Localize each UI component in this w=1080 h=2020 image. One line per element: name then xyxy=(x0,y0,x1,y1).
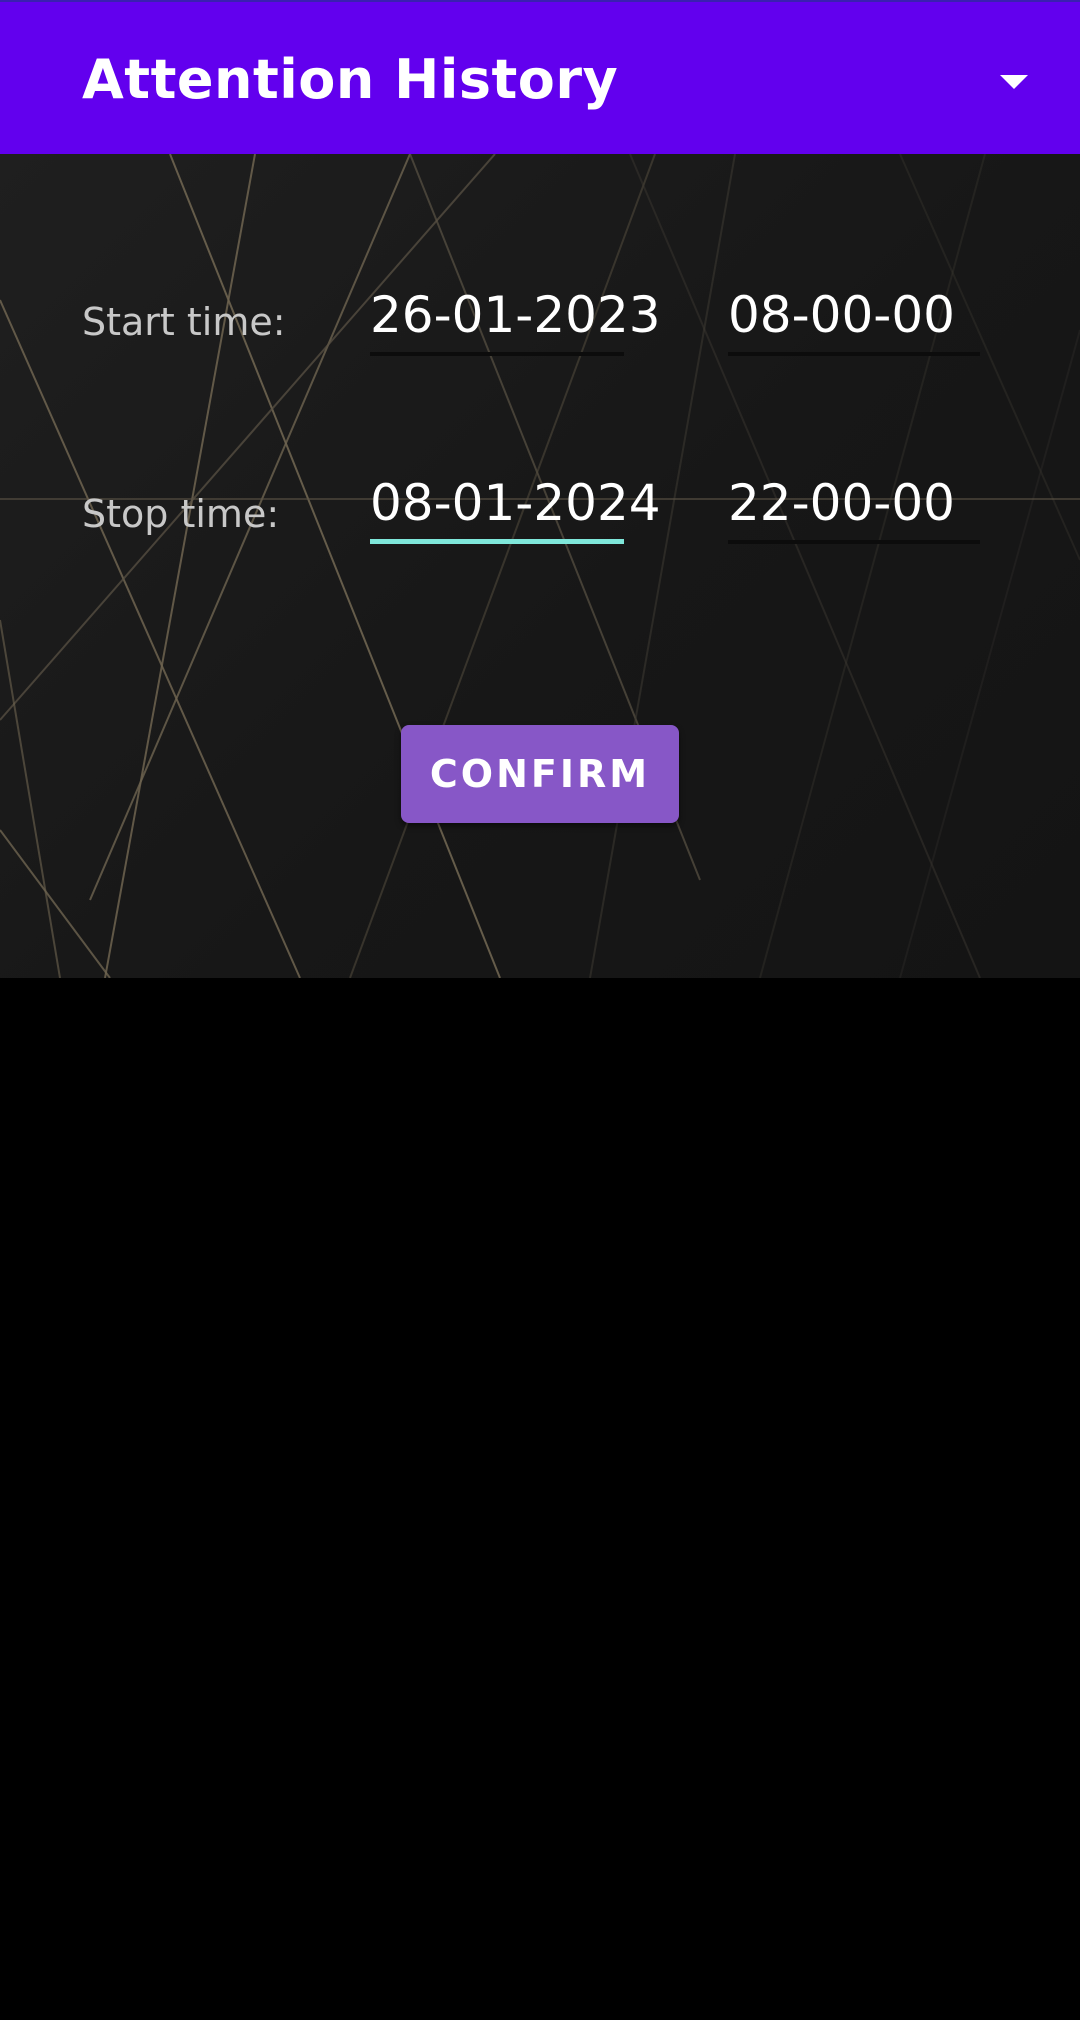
dropdown-button[interactable] xyxy=(990,62,1038,102)
start-time-value: 08-00-00 xyxy=(728,286,955,344)
stop-time-value: 22-00-00 xyxy=(728,474,955,532)
stop-date-field[interactable]: 08-01-2024 xyxy=(370,474,661,544)
stop-time-label: Stop time: xyxy=(82,492,280,536)
confirm-button[interactable]: CONFIRM xyxy=(401,725,679,823)
time-range-panel: Start time: 26-01-2023 08-00-00 Stop tim… xyxy=(0,154,1080,978)
start-date-value: 26-01-2023 xyxy=(370,286,661,344)
start-time-label: Start time: xyxy=(82,300,286,344)
app-bar: Attention History xyxy=(0,0,1080,154)
background-pattern xyxy=(0,154,1080,978)
start-time-field[interactable]: 08-00-00 xyxy=(728,286,980,356)
start-date-field[interactable]: 26-01-2023 xyxy=(370,286,661,356)
chevron-down-icon xyxy=(1000,75,1028,89)
stop-date-value: 08-01-2024 xyxy=(370,474,661,532)
stop-time-field[interactable]: 22-00-00 xyxy=(728,474,980,544)
page-title: Attention History xyxy=(82,48,619,111)
